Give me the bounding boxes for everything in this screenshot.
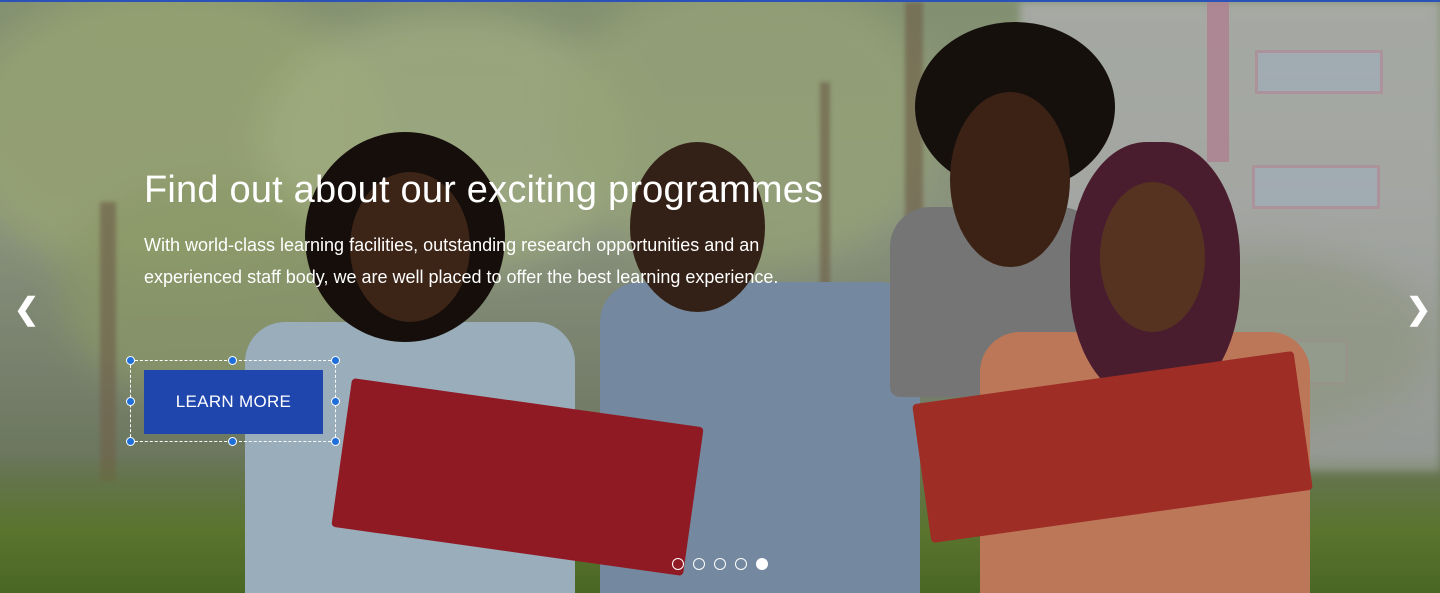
slide-description: With world-class learning facilities, ou… xyxy=(144,235,779,287)
learn-more-button[interactable]: LEARN MORE xyxy=(144,370,323,434)
slide-title: Find out about our exciting programmes xyxy=(144,169,824,211)
carousel-indicator-5[interactable] xyxy=(756,558,768,570)
carousel-indicators xyxy=(672,558,768,570)
resize-handle-top-right[interactable] xyxy=(331,356,340,365)
resize-handle-bottom-right[interactable] xyxy=(331,437,340,446)
carousel-indicator-2[interactable] xyxy=(693,558,705,570)
image-dim-overlay xyxy=(0,2,1440,593)
resize-handle-left[interactable] xyxy=(126,397,135,406)
chevron-right-icon[interactable]: ❯ xyxy=(1406,290,1431,330)
resize-handle-top-left[interactable] xyxy=(126,356,135,365)
hero-carousel: Find out about our exciting programmes W… xyxy=(0,0,1440,593)
slide-caption: Find out about our exciting programmes W… xyxy=(144,167,824,293)
resize-handle-bottom[interactable] xyxy=(228,437,237,446)
carousel-indicator-1[interactable] xyxy=(672,558,684,570)
resize-handle-bottom-left[interactable] xyxy=(126,437,135,446)
carousel-indicator-3[interactable] xyxy=(714,558,726,570)
chevron-left-icon[interactable]: ❮ xyxy=(14,290,39,330)
resize-handle-right[interactable] xyxy=(331,397,340,406)
resize-handle-top[interactable] xyxy=(228,356,237,365)
carousel-indicator-4[interactable] xyxy=(735,558,747,570)
